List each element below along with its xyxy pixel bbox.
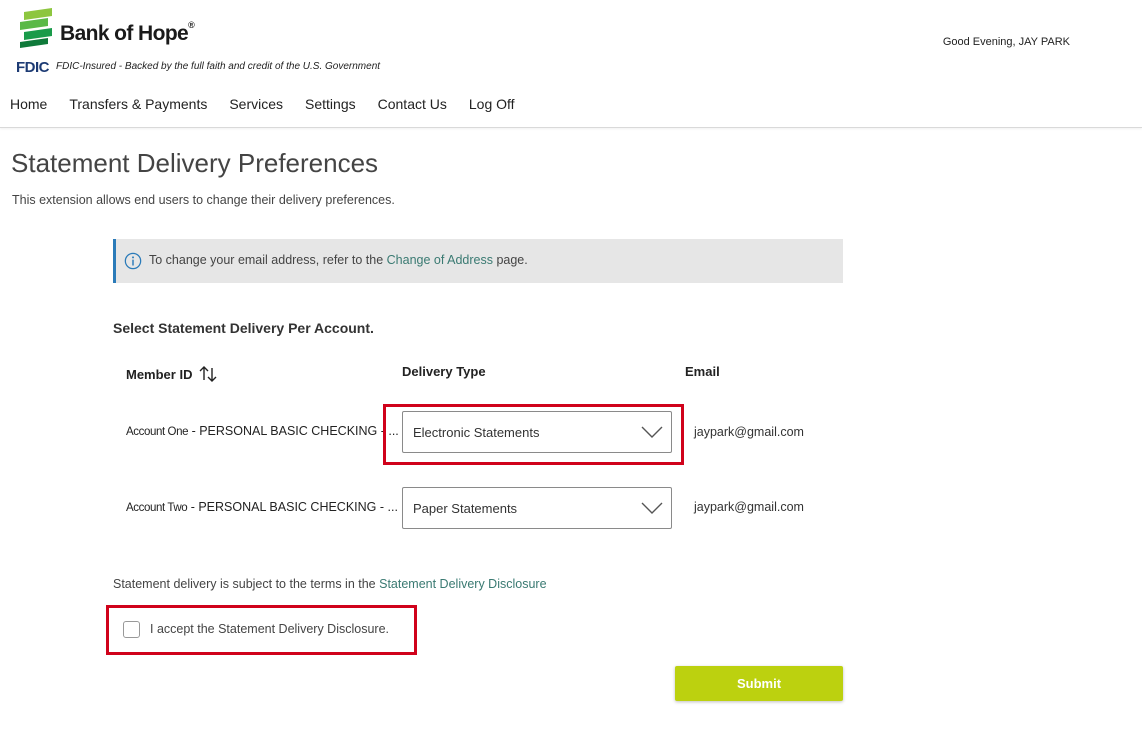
column-member-id[interactable]: Member ID	[126, 364, 220, 384]
delivery-type-value-2: Paper Statements	[413, 501, 518, 516]
logo-mark-icon	[20, 8, 52, 48]
disclosure-text: Statement delivery is subject to the ter…	[113, 577, 547, 591]
delivery-type-value-1: Electronic Statements	[413, 425, 540, 440]
fdic-disclaimer: FDIC-Insured - Backed by the full faith …	[56, 61, 381, 72]
info-banner: To change your email address, refer to t…	[113, 239, 843, 283]
account-row-2-name: Account Two - PERSONAL BASIC CHECKING - …	[126, 500, 398, 514]
nav-settings[interactable]: Settings	[305, 96, 356, 112]
header: Bank of Hope® FDIC FDIC-Insured - Backed…	[0, 0, 1142, 128]
accept-disclosure-checkbox[interactable]	[123, 621, 140, 638]
column-email: Email	[685, 364, 720, 379]
nav-transfers-payments[interactable]: Transfers & Payments	[69, 96, 207, 112]
statement-delivery-disclosure-link[interactable]: Statement Delivery Disclosure	[379, 577, 546, 591]
chevron-down-icon	[641, 426, 663, 438]
submit-button[interactable]: Submit	[675, 666, 843, 701]
brand-name: Bank of Hope®	[60, 20, 195, 45]
nav-contact-us[interactable]: Contact Us	[378, 96, 447, 112]
nav-log-off[interactable]: Log Off	[469, 96, 515, 112]
account-row-2-email: jaypark@gmail.com	[694, 500, 804, 514]
sort-arrows-icon[interactable]	[198, 364, 220, 384]
account-row-1-email: jaypark@gmail.com	[694, 425, 804, 439]
change-of-address-link[interactable]: Change of Address	[387, 253, 493, 267]
info-text: To change your email address, refer to t…	[149, 253, 528, 267]
info-circle-icon	[124, 252, 142, 270]
account-row-1-name: Account One - PERSONAL BASIC CHECKING - …	[126, 424, 399, 438]
page-title: Statement Delivery Preferences	[11, 148, 379, 178]
accept-disclosure-label[interactable]: I accept the Statement Delivery Disclosu…	[150, 622, 389, 636]
column-delivery-type: Delivery Type	[402, 364, 486, 379]
greeting: Good Evening, JAY PARK	[942, 36, 1070, 48]
page-description: This extension allows end users to chang…	[12, 193, 395, 207]
chevron-down-icon	[641, 502, 663, 514]
fdic-logo: FDIC	[16, 59, 50, 76]
section-title: Select Statement Delivery Per Account.	[113, 320, 374, 336]
delivery-type-select-2[interactable]: Paper Statements	[402, 487, 672, 529]
delivery-type-select-1[interactable]: Electronic Statements	[402, 411, 672, 453]
nav-home[interactable]: Home	[10, 96, 47, 112]
nav-services[interactable]: Services	[229, 96, 283, 112]
main-nav: Home Transfers & Payments Services Setti…	[10, 96, 537, 112]
